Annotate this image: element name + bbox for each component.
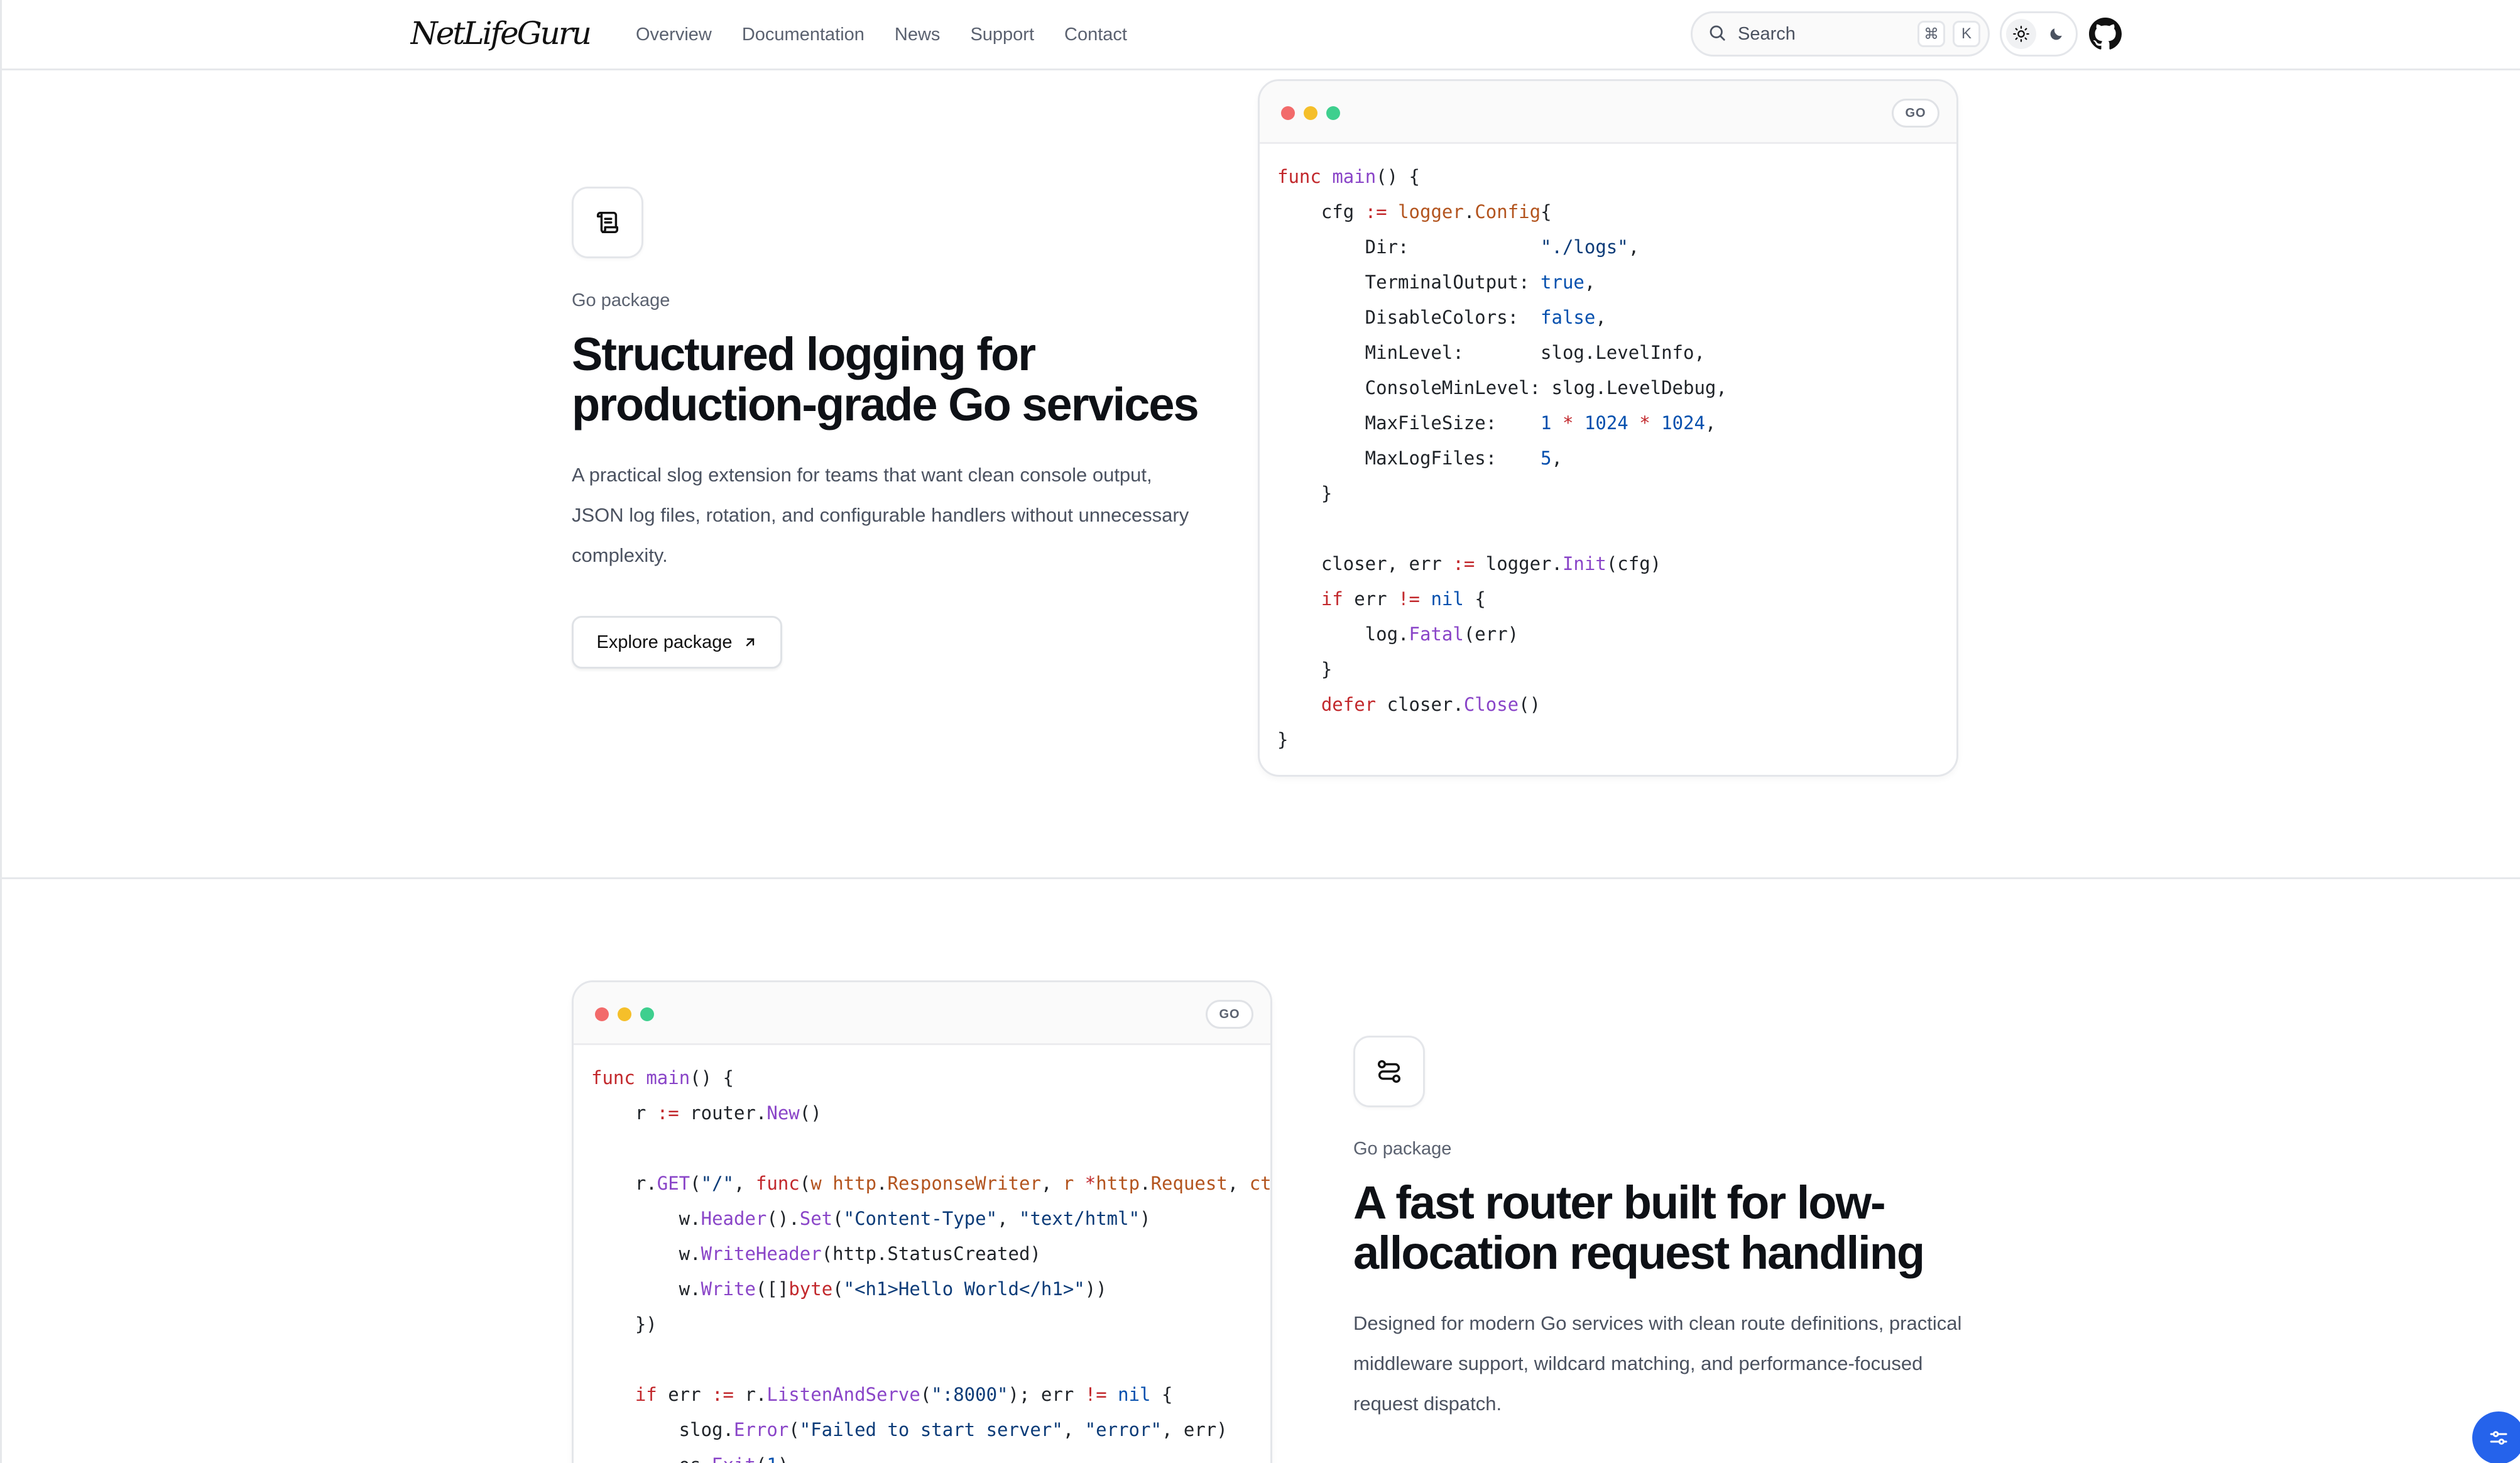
code-window-logger: GO func main() { cfg := logger.Config{ D… — [1258, 79, 1958, 777]
site-header: NetLifeGuru Overview Documentation News … — [2, 0, 2520, 70]
kbd-k: K — [1953, 21, 1980, 47]
code-snippet-logger: func main() { cfg := logger.Config{ Dir:… — [1277, 166, 1727, 750]
window-dot-green — [1326, 106, 1340, 120]
nav-contact[interactable]: Contact — [1064, 22, 1127, 47]
site-logo[interactable]: NetLifeGuru — [410, 14, 592, 54]
logo-signature: NetLifeGuru — [410, 15, 592, 52]
main-nav: Overview Documentation News Support Cont… — [636, 22, 1127, 47]
dark-theme-button[interactable] — [2041, 19, 2071, 49]
sliders-icon — [2490, 1431, 2507, 1445]
kbd-command: ⌘ — [1917, 21, 1945, 47]
section-divider — [2, 877, 2520, 879]
theme-toggle — [2000, 11, 2078, 57]
window-dot-yellow — [618, 1007, 631, 1021]
svg-text:NetLifeGuru: NetLifeGuru — [410, 15, 590, 52]
section-title: A fast router built for low-allocation r… — [1353, 1176, 1925, 1279]
package-description: A practical slog extension for teams tha… — [572, 464, 1189, 566]
window-dot-red — [595, 1007, 609, 1021]
language-badge: GO — [1892, 99, 1939, 128]
code-snippet-router: func main() { r := router.New() r.GET("/… — [591, 1067, 1272, 1463]
explore-package-label: Explore package — [596, 632, 733, 652]
window-dot-red — [1281, 106, 1295, 120]
code-window-router: GO func main() { r := router.New() r.GET… — [572, 980, 1272, 1463]
search-shortcut: ⌘ K — [1917, 21, 1980, 47]
window-dot-green — [640, 1007, 654, 1021]
search-input[interactable]: Search ⌘ K — [1691, 11, 1990, 57]
moon-icon — [2050, 28, 2062, 40]
search-icon — [1708, 23, 1726, 45]
code-window-titlebar: GO — [574, 982, 1270, 1045]
language-badge: GO — [1206, 1000, 1253, 1029]
scroll-icon — [596, 211, 619, 234]
nav-support[interactable]: Support — [970, 22, 1034, 47]
package-description: Designed for modern Go services with cle… — [1353, 1312, 1962, 1415]
nav-documentation[interactable]: Documentation — [742, 22, 865, 47]
search-placeholder: Search — [1738, 23, 1796, 44]
package-eyebrow: Go package — [1353, 1139, 1452, 1159]
page: NetLifeGuru Overview Documentation News … — [0, 0, 2520, 1463]
sun-icon — [2013, 26, 2030, 42]
package-icon-tile — [1353, 1036, 1425, 1107]
page-title: Structured logging for production-grade … — [572, 328, 1199, 430]
route-icon — [1377, 1060, 1401, 1083]
code-window-titlebar: GO — [1260, 81, 1956, 144]
explore-package-button[interactable]: Explore package — [572, 616, 782, 669]
settings-fab[interactable] — [2472, 1411, 2520, 1463]
light-theme-button[interactable] — [2006, 19, 2037, 49]
window-dot-yellow — [1304, 106, 1317, 120]
package-eyebrow: Go package — [572, 290, 670, 310]
package-icon-tile — [572, 187, 643, 258]
arrow-up-right-icon — [746, 638, 754, 647]
nav-news[interactable]: News — [895, 22, 941, 47]
github-icon[interactable] — [2089, 18, 2122, 50]
nav-overview[interactable]: Overview — [636, 22, 712, 47]
